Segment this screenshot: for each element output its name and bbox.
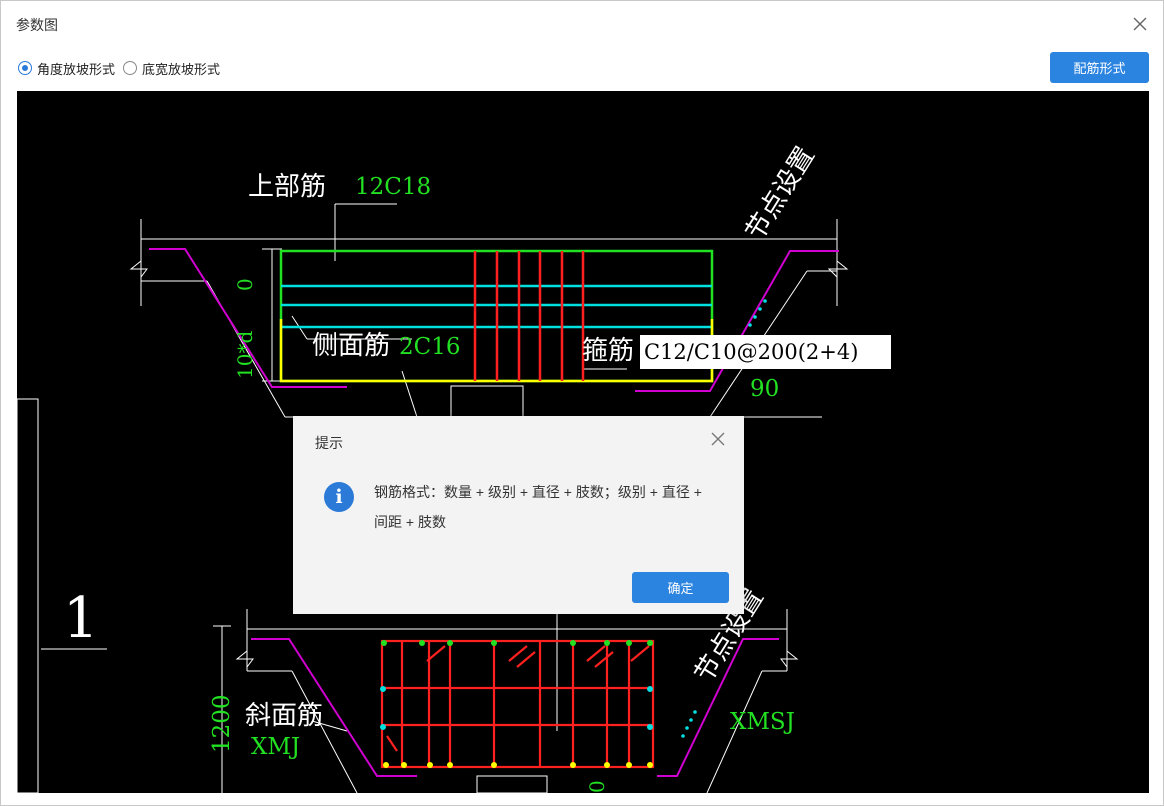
ok-button[interactable]: 确定 [632, 572, 729, 603]
top-rebar-label: 上部筋 [248, 172, 327, 202]
side-rebar-label: 侧面筋 [312, 331, 391, 361]
xmj-label[interactable]: XMJ [251, 736, 300, 759]
angle-value[interactable]: 90 [750, 378, 779, 401]
window-title: 参数图 [16, 17, 58, 33]
dim-zero[interactable]: 0 [233, 278, 257, 291]
bottom-rebar-cage [380, 639, 655, 769]
stirrup-label: 箍筋 [582, 336, 635, 366]
bottom-rebar-dots-cyan [380, 686, 697, 738]
close-icon[interactable] [1131, 15, 1149, 33]
dim-1200[interactable]: 1200 [209, 694, 235, 753]
dialog-message: 钢筋格式：数量 + 级别 + 直径 + 肢数；级别 + 直径 + 间距 + 肢数 [374, 484, 702, 530]
dim-10d[interactable]: 10*d [233, 331, 257, 379]
dialog-title: 提示 [315, 435, 343, 451]
tip-dialog: 提示 i 钢筋格式：数量 + 级别 + 直径 + 肢数；级别 + 直径 + 间距… [293, 416, 744, 614]
top-rebar-value[interactable]: 12C18 [355, 176, 431, 199]
dialog-close-icon[interactable] [710, 431, 726, 447]
info-icon: i [324, 482, 354, 512]
side-rebar-value[interactable]: 2C16 [399, 336, 461, 359]
top-slope-dots [748, 299, 767, 327]
radio-bottom-width-slope-label[interactable]: 底宽放坡形式 [142, 59, 220, 78]
top-section-outline [129, 203, 849, 418]
stirrup-value[interactable]: C12/C10@200(2+4) [640, 335, 891, 369]
radio-angle-slope-label[interactable]: 角度放坡形式 [37, 59, 115, 78]
radio-bottom-width-slope[interactable] [123, 61, 138, 75]
radio-angle-slope[interactable] [18, 61, 32, 75]
rebar-form-button[interactable]: 配筋形式 [1050, 52, 1149, 83]
slope-rebar-label: 斜面筋 [245, 701, 324, 731]
xmsj-label[interactable]: XMSJ [730, 711, 795, 734]
section-number: 1 [63, 586, 99, 651]
parameter-window: 参数图 角度放坡形式 底宽放坡形式 配筋形式 上部筋 12C18 侧面筋 2C1… [0, 0, 1164, 806]
dim-zero-bottom[interactable]: 0 [585, 780, 609, 793]
slope-options: 角度放坡形式 底宽放坡形式 [18, 58, 228, 78]
